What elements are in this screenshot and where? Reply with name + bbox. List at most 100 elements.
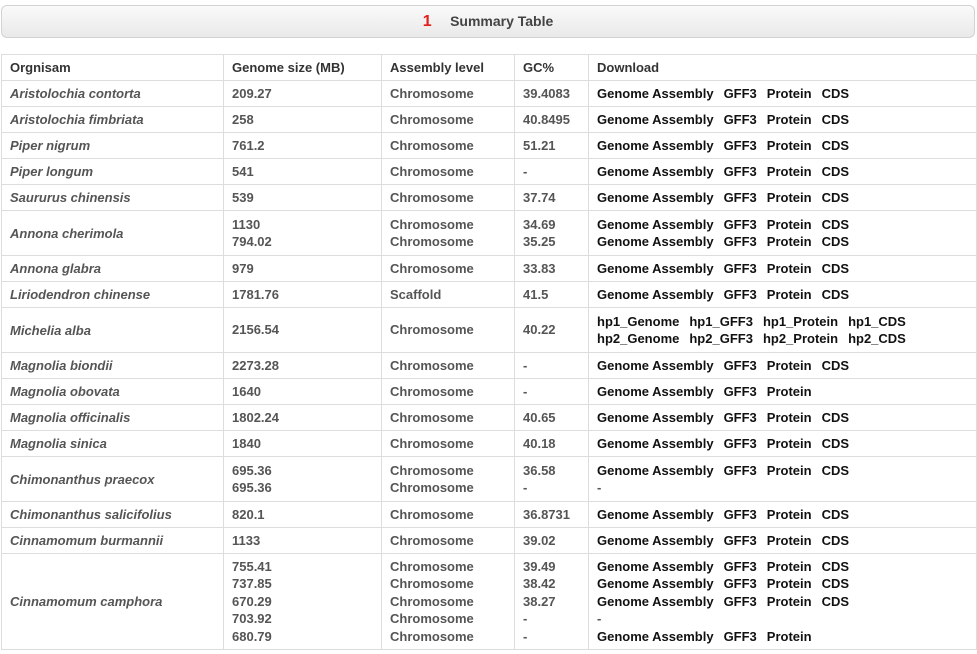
download-link-protein[interactable]: Protein	[767, 576, 812, 591]
download-link-cds[interactable]: CDS	[822, 190, 849, 205]
download-link-protein[interactable]: Protein	[767, 138, 812, 153]
download-link-protein[interactable]: Protein	[767, 217, 812, 232]
download-link-protein[interactable]: Protein	[767, 629, 812, 644]
download-link-cds[interactable]: CDS	[822, 358, 849, 373]
download-link-cds[interactable]: CDS	[822, 164, 849, 179]
download-link-cds[interactable]: CDS	[822, 234, 849, 249]
download-link-genome-assembly[interactable]: Genome Assembly	[597, 410, 714, 425]
download-link-hp1-genome[interactable]: hp1_Genome	[597, 314, 679, 329]
download-link-cds[interactable]: CDS	[822, 410, 849, 425]
download-link-hp2-gff3[interactable]: hp2_GFF3	[689, 331, 753, 346]
download-link-protein[interactable]: Protein	[767, 507, 812, 522]
download-link-genome-assembly[interactable]: Genome Assembly	[597, 287, 714, 302]
download-link-hp1-protein[interactable]: hp1_Protein	[763, 314, 838, 329]
gc-cell: -	[514, 158, 589, 185]
download-link-hp2-cds[interactable]: hp2_CDS	[848, 331, 906, 346]
download-link-genome-assembly[interactable]: Genome Assembly	[597, 164, 714, 179]
download-link-protein[interactable]: Protein	[767, 463, 812, 478]
download-link-protein[interactable]: Protein	[767, 86, 812, 101]
download-link-cds[interactable]: CDS	[822, 138, 849, 153]
download-link-protein[interactable]: Protein	[767, 164, 812, 179]
download-link-genome-assembly[interactable]: Genome Assembly	[597, 594, 714, 609]
genome-size-cell: 1640	[223, 378, 382, 405]
download-link-genome-assembly[interactable]: Genome Assembly	[597, 463, 714, 478]
gc-value: -	[523, 383, 528, 399]
download-link-protein[interactable]: Protein	[767, 533, 812, 548]
download-link-gff3[interactable]: GFF3	[724, 86, 757, 101]
download-link-cds[interactable]: CDS	[822, 463, 849, 478]
download-link-gff3[interactable]: GFF3	[724, 559, 757, 574]
download-link-hp1-gff3[interactable]: hp1_GFF3	[689, 314, 753, 329]
download-link-gff3[interactable]: GFF3	[724, 358, 757, 373]
download-link-gff3[interactable]: GFF3	[724, 384, 757, 399]
download-link-gff3[interactable]: GFF3	[724, 190, 757, 205]
summary-table-header[interactable]: 1 Summary Table	[1, 5, 975, 38]
download-link-genome-assembly[interactable]: Genome Assembly	[597, 217, 714, 232]
download-link-protein[interactable]: Protein	[767, 190, 812, 205]
download-link-genome-assembly[interactable]: Genome Assembly	[597, 234, 714, 249]
download-link-protein[interactable]: Protein	[767, 234, 812, 249]
download-link-gff3[interactable]: GFF3	[724, 436, 757, 451]
download-link-gff3[interactable]: GFF3	[724, 138, 757, 153]
genome-size-value: 737.85	[232, 576, 272, 592]
download-link-gff3[interactable]: GFF3	[724, 576, 757, 591]
download-cell: Genome Assembly GFF3 Protein CDS	[588, 184, 977, 211]
download-link-cds[interactable]: CDS	[822, 217, 849, 232]
download-link-cds[interactable]: CDS	[822, 436, 849, 451]
download-link-cds[interactable]: CDS	[822, 594, 849, 609]
download-link-protein[interactable]: Protein	[767, 358, 812, 373]
genome-size-value: 539	[232, 189, 254, 205]
download-link-cds[interactable]: CDS	[822, 86, 849, 101]
download-link-genome-assembly[interactable]: Genome Assembly	[597, 559, 714, 574]
download-link-genome-assembly[interactable]: Genome Assembly	[597, 436, 714, 451]
download-link-genome-assembly[interactable]: Genome Assembly	[597, 507, 714, 522]
download-link-gff3[interactable]: GFF3	[724, 629, 757, 644]
download-link-cds[interactable]: CDS	[822, 559, 849, 574]
download-link-gff3[interactable]: GFF3	[724, 112, 757, 127]
download-link-gff3[interactable]: GFF3	[724, 463, 757, 478]
genome-size-cell: 1802.24	[223, 404, 382, 431]
download-link-cds[interactable]: CDS	[822, 507, 849, 522]
download-link-protein[interactable]: Protein	[767, 384, 812, 399]
download-link-protein[interactable]: Protein	[767, 287, 812, 302]
download-link-hp2-protein[interactable]: hp2_Protein	[763, 331, 838, 346]
download-link-gff3[interactable]: GFF3	[724, 217, 757, 232]
download-link-gff3[interactable]: GFF3	[724, 594, 757, 609]
download-link-protein[interactable]: Protein	[767, 559, 812, 574]
download-links: Genome Assembly GFF3 Protein	[597, 628, 968, 646]
download-link-genome-assembly[interactable]: Genome Assembly	[597, 629, 714, 644]
download-link-genome-assembly[interactable]: Genome Assembly	[597, 384, 714, 399]
download-link-gff3[interactable]: GFF3	[724, 410, 757, 425]
download-link-cds[interactable]: CDS	[822, 533, 849, 548]
download-link-genome-assembly[interactable]: Genome Assembly	[597, 576, 714, 591]
download-link-hp1-cds[interactable]: hp1_CDS	[848, 314, 906, 329]
download-link-protein[interactable]: Protein	[767, 410, 812, 425]
download-link-protein[interactable]: Protein	[767, 436, 812, 451]
download-link-genome-assembly[interactable]: Genome Assembly	[597, 138, 714, 153]
download-link-gff3[interactable]: GFF3	[724, 164, 757, 179]
download-link-gff3[interactable]: GFF3	[724, 507, 757, 522]
download-link-protein[interactable]: Protein	[767, 112, 812, 127]
download-link-gff3[interactable]: GFF3	[724, 533, 757, 548]
download-link-cds[interactable]: CDS	[822, 112, 849, 127]
gc-cell: 51.21	[514, 132, 589, 159]
download-link-genome-assembly[interactable]: Genome Assembly	[597, 533, 714, 548]
assembly-level-value: Chromosome	[390, 137, 474, 153]
gc-value: 36.58	[523, 462, 556, 478]
table-row: Magnolia sinica 1840 Chromosome 40.18 Genome…	[1, 430, 977, 457]
download-link-hp2-genome[interactable]: hp2_Genome	[597, 331, 679, 346]
download-link-gff3[interactable]: GFF3	[724, 234, 757, 249]
download-link-gff3[interactable]: GFF3	[724, 261, 757, 276]
gc-cell: 39.49 38.42 38.27 - -	[514, 553, 589, 650]
download-link-genome-assembly[interactable]: Genome Assembly	[597, 261, 714, 276]
download-link-genome-assembly[interactable]: Genome Assembly	[597, 190, 714, 205]
download-link-protein[interactable]: Protein	[767, 594, 812, 609]
download-link-genome-assembly[interactable]: Genome Assembly	[597, 86, 714, 101]
download-link-protein[interactable]: Protein	[767, 261, 812, 276]
download-link-gff3[interactable]: GFF3	[724, 287, 757, 302]
download-link-cds[interactable]: CDS	[822, 576, 849, 591]
download-link-cds[interactable]: CDS	[822, 287, 849, 302]
download-link-genome-assembly[interactable]: Genome Assembly	[597, 358, 714, 373]
download-link-genome-assembly[interactable]: Genome Assembly	[597, 112, 714, 127]
download-link-cds[interactable]: CDS	[822, 261, 849, 276]
